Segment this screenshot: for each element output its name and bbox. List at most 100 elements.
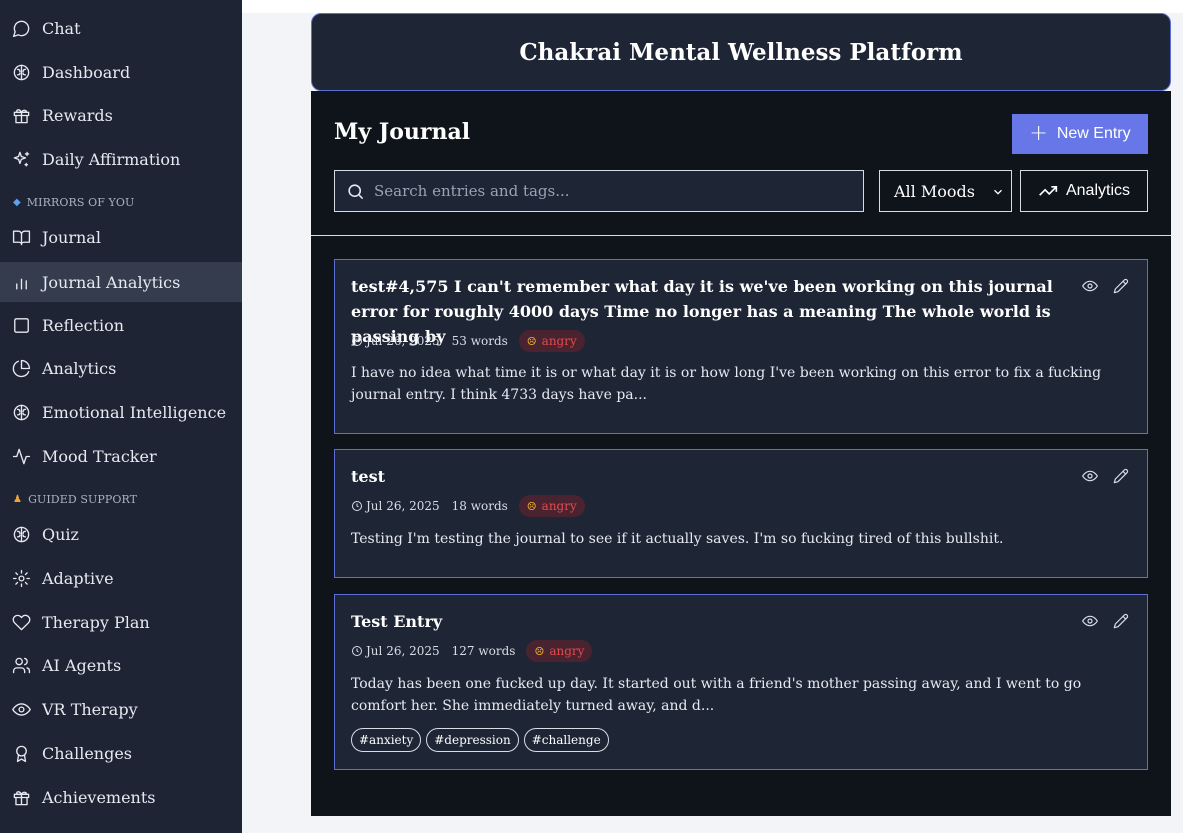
gift-icon bbox=[11, 787, 31, 807]
page-header: Chakrai Mental Wellness Platform bbox=[311, 13, 1171, 91]
sidebar-item-challenges[interactable]: Challenges bbox=[0, 733, 242, 773]
entry-date: Jul 26, 2025 bbox=[366, 644, 440, 658]
clock-icon bbox=[351, 645, 363, 657]
entry-excerpt: Today has been one fucked up day. It sta… bbox=[351, 676, 1082, 714]
sidebar-item-label: Rewards bbox=[42, 105, 113, 125]
edit-entry-pencil-icon[interactable] bbox=[1113, 468, 1129, 484]
view-entry-eye-icon[interactable] bbox=[1082, 613, 1098, 629]
sidebar-item-label: Mood Tracker bbox=[42, 446, 157, 466]
sidebar-item-analytics[interactable]: Analytics bbox=[0, 348, 242, 388]
square-icon bbox=[11, 315, 31, 335]
heart-icon bbox=[11, 612, 31, 632]
angry-face-icon: ☹ bbox=[526, 499, 537, 513]
eye-icon bbox=[11, 699, 31, 719]
search-input[interactable] bbox=[374, 182, 834, 200]
gift-icon bbox=[11, 105, 31, 125]
entry-word-count: 18 words bbox=[451, 499, 508, 513]
analytics-label: Analytics bbox=[1065, 182, 1131, 199]
entry-actions bbox=[1082, 468, 1129, 484]
new-entry-button[interactable]: + New Entry bbox=[1012, 114, 1148, 154]
sparkles-icon bbox=[11, 149, 31, 169]
sidebar-item-quiz[interactable]: Quiz bbox=[0, 514, 242, 554]
entry-word-count: 127 words bbox=[451, 644, 516, 658]
brain-icon bbox=[11, 524, 31, 544]
sidebar-item-label: Chat bbox=[42, 18, 81, 38]
view-entry-eye-icon[interactable] bbox=[1082, 278, 1098, 294]
sidebar: Chat Dashboard Rewards Daily Affirmation… bbox=[0, 0, 242, 833]
entry-actions bbox=[1082, 278, 1129, 294]
analytics-button[interactable]: Analytics bbox=[1020, 170, 1148, 212]
entry-tags: #anxiety #depression #challenge bbox=[351, 728, 609, 752]
sidebar-item-mood-tracker[interactable]: Mood Tracker bbox=[0, 436, 242, 476]
tag-chip[interactable]: #anxiety bbox=[351, 728, 422, 752]
entry-title: test bbox=[351, 467, 385, 486]
sidebar-item-label: Emotional Intelligence bbox=[42, 402, 227, 422]
sidebar-item-label: Therapy Plan bbox=[42, 612, 150, 632]
mood-badge: ☹ angry bbox=[518, 330, 585, 352]
users-icon bbox=[11, 655, 31, 675]
mood-filter-select[interactable]: All Moods bbox=[879, 170, 1012, 212]
sidebar-item-daily-affirmation[interactable]: Daily Affirmation bbox=[0, 139, 242, 179]
sidebar-item-adaptive[interactable]: Adaptive bbox=[0, 558, 242, 598]
clock-icon bbox=[351, 500, 363, 512]
sidebar-item-vr-therapy[interactable]: VR Therapy bbox=[0, 689, 242, 729]
chat-icon bbox=[11, 18, 31, 38]
entry-title: Test Entry bbox=[351, 612, 443, 631]
plus-icon: + bbox=[1029, 121, 1048, 146]
sidebar-item-label: Analytics bbox=[42, 358, 117, 378]
angry-face-icon: ☹ bbox=[526, 334, 537, 348]
mood-badge: ☹ angry bbox=[518, 495, 585, 517]
entry-excerpt: I have no idea what time it is or what d… bbox=[351, 365, 1102, 403]
clock-icon bbox=[351, 335, 363, 347]
sidebar-item-label: Quiz bbox=[42, 524, 79, 544]
journal-entry-card[interactable]: test#4,575 I can't remember what day it … bbox=[334, 259, 1148, 434]
app-title: Chakrai Mental Wellness Platform bbox=[519, 38, 963, 66]
tag-chip[interactable]: #challenge bbox=[523, 728, 609, 752]
angry-face-icon: ☹ bbox=[534, 644, 545, 658]
brain-icon bbox=[11, 402, 31, 422]
activity-icon bbox=[11, 446, 31, 466]
sidebar-item-label: Journal Analytics bbox=[42, 272, 181, 292]
section-label-guided: ♟ GUIDED SUPPORT bbox=[13, 492, 138, 506]
trending-up-icon bbox=[1039, 186, 1058, 196]
sidebar-item-label: AI Agents bbox=[42, 655, 122, 675]
gear-icon bbox=[11, 568, 31, 588]
journal-panel: My Journal + New Entry All Moods Analyti… bbox=[311, 91, 1171, 816]
entry-excerpt: Testing I'm testing the journal to see i… bbox=[351, 531, 1004, 547]
brain-icon bbox=[11, 62, 31, 82]
sidebar-item-dashboard[interactable]: Dashboard bbox=[0, 52, 242, 92]
meditation-icon: ♟ bbox=[13, 493, 23, 505]
tag-chip[interactable]: #depression bbox=[426, 728, 519, 752]
sidebar-item-emotional-intelligence[interactable]: Emotional Intelligence bbox=[0, 392, 242, 432]
edit-entry-pencil-icon[interactable] bbox=[1113, 278, 1129, 294]
search-icon bbox=[348, 183, 364, 199]
mood-badge: ☹ angry bbox=[526, 640, 593, 662]
journal-entry-card[interactable]: Test Entry Jul 26, 2025 127 words ☹ angr… bbox=[334, 594, 1148, 770]
sidebar-item-journal-analytics[interactable]: Journal Analytics bbox=[0, 262, 242, 302]
sidebar-item-journal[interactable]: Journal bbox=[0, 217, 242, 257]
journal-entry-card[interactable]: test Jul 26, 2025 18 words ☹ angry Testi… bbox=[334, 449, 1148, 578]
sidebar-item-therapy-plan[interactable]: Therapy Plan bbox=[0, 602, 242, 642]
sidebar-item-chat[interactable]: Chat bbox=[0, 8, 242, 48]
sidebar-item-reflection[interactable]: Reflection bbox=[0, 305, 242, 345]
sidebar-item-label: Adaptive bbox=[42, 568, 114, 588]
chevron-down-icon bbox=[991, 184, 1005, 198]
view-entry-eye-icon[interactable] bbox=[1082, 468, 1098, 484]
pie-chart-icon bbox=[11, 358, 31, 378]
sidebar-item-label: Reflection bbox=[42, 315, 125, 335]
mood-filter-value: All Moods bbox=[894, 181, 975, 201]
top-strip bbox=[242, 0, 1183, 13]
search-field[interactable] bbox=[334, 170, 864, 212]
section-label-mirrors: ◆ MIRRORS OF YOU bbox=[13, 195, 135, 209]
entry-word-count: 53 words bbox=[451, 334, 508, 348]
diamond-icon: ◆ bbox=[13, 196, 21, 208]
sidebar-item-label: Challenges bbox=[42, 743, 133, 763]
book-icon bbox=[11, 227, 31, 247]
sidebar-item-ai-agents[interactable]: AI Agents bbox=[0, 645, 242, 685]
sidebar-item-rewards[interactable]: Rewards bbox=[0, 95, 242, 135]
sidebar-item-label: Achievements bbox=[42, 787, 156, 807]
sidebar-item-achievements[interactable]: Achievements bbox=[0, 777, 242, 817]
entry-meta: Jul 26, 2025 53 words ☹ angry bbox=[351, 330, 585, 352]
sidebar-item-label: Journal bbox=[42, 227, 101, 247]
edit-entry-pencil-icon[interactable] bbox=[1113, 613, 1129, 629]
